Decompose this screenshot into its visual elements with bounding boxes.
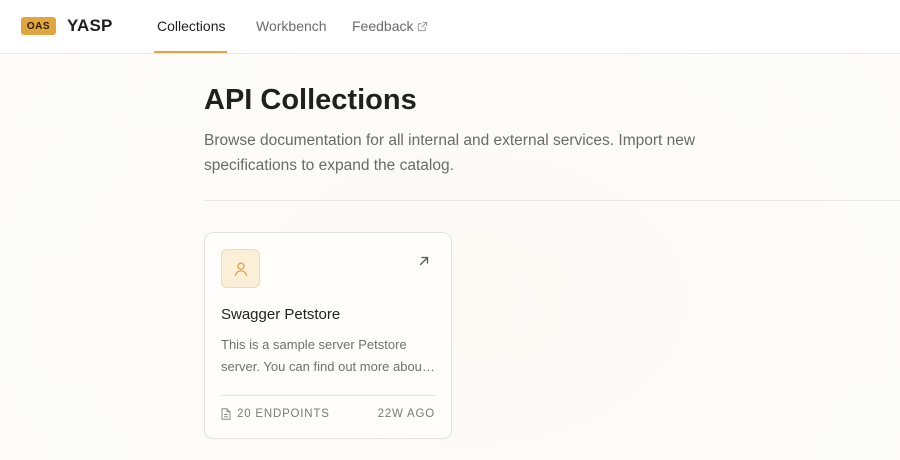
collection-icon-box [221, 249, 260, 288]
last-updated: 22W AGO [377, 408, 435, 420]
active-tab-indicator [154, 51, 227, 53]
arrow-up-right-icon[interactable] [418, 255, 430, 267]
user-icon [234, 262, 247, 276]
section-divider [204, 200, 900, 201]
document-icon [221, 408, 231, 420]
external-link-icon [417, 21, 428, 32]
top-navigation-bar: OAS YASP Collections Workbench Feedback [0, 0, 900, 54]
nav-tab-workbench[interactable]: Workbench [256, 18, 327, 34]
page-description: Browse documentation for all internal an… [204, 132, 696, 174]
brand-name[interactable]: YASP [67, 16, 113, 36]
collection-description: This is a sample server Petstore server.… [221, 337, 426, 374]
collection-card[interactable]: Swagger Petstore This is a sample server… [204, 232, 452, 439]
endpoint-count: 20 ENDPOINTS [221, 408, 330, 420]
page-title: API Collections [204, 84, 417, 116]
endpoint-count-label: 20 ENDPOINTS [237, 408, 330, 420]
oas-badge: OAS [21, 17, 56, 35]
nav-link-feedback[interactable]: Feedback [352, 18, 413, 34]
collection-title: Swagger Petstore [221, 306, 341, 323]
card-divider [221, 395, 436, 396]
nav-tab-collections[interactable]: Collections [157, 18, 225, 34]
